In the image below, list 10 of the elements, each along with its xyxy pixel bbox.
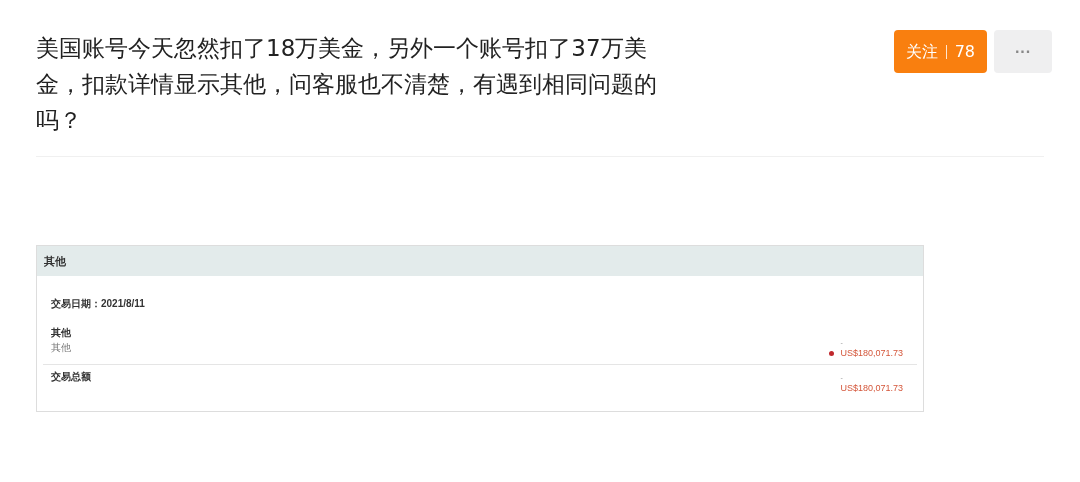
amount-text: US$180,071.73: [840, 346, 903, 360]
row-subtitle: 其他: [51, 341, 71, 355]
question-title: 美国账号今天忽然扣了18万美金，另外一个账号扣了37万美金，扣款详情显示其他，问客服也不清楚，有遇到相同问题的吗？: [36, 34, 658, 135]
amount-text: US$180,071.73: [840, 381, 903, 395]
date-text: 交易日期：2021/8/11: [51, 297, 146, 311]
header-text: 其他: [44, 253, 66, 269]
follow-button[interactable]: 关注 78: [893, 30, 987, 73]
more-button[interactable]: ···: [994, 30, 1052, 73]
row-title: 其他: [51, 326, 71, 340]
row-title: 交易总额: [51, 370, 91, 384]
